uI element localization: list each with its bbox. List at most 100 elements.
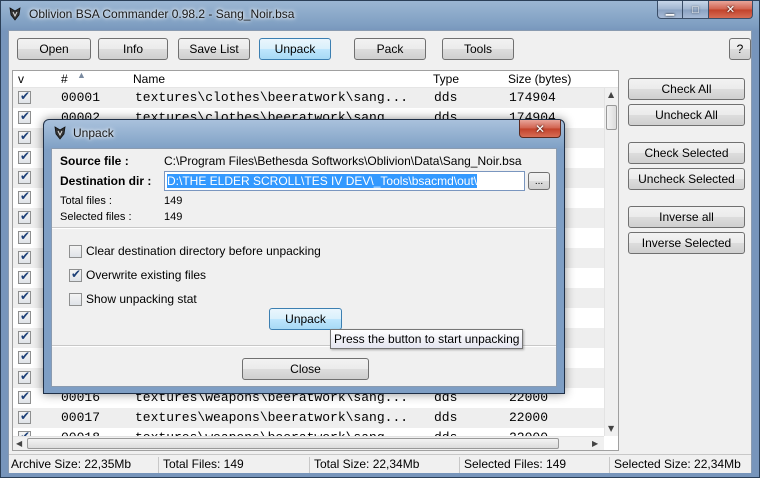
row-checkbox[interactable]: ✔: [18, 229, 31, 244]
check-icon: ✔: [20, 149, 31, 163]
check-icon: ✔: [20, 409, 31, 423]
table-row[interactable]: ✔ 00001 textures\clothes\beeratwork\sang..…: [13, 88, 604, 108]
unpack-toolbar-button[interactable]: Unpack: [259, 38, 331, 60]
row-checkbox[interactable]: ✔: [18, 389, 31, 404]
row-type: dds: [434, 90, 458, 105]
dialog-close-button[interactable]: ✕: [519, 120, 561, 138]
show-stat-option[interactable]: Show unpacking stat: [69, 292, 197, 306]
row-checkbox[interactable]: ✔: [18, 269, 31, 284]
status-total-size: Total Size: 22,34Mb: [312, 457, 460, 473]
check-icon: ✔: [20, 289, 31, 303]
row-checkbox[interactable]: ✔: [18, 369, 31, 384]
row-number: 00001: [61, 90, 101, 105]
check-icon: ✔: [20, 269, 31, 283]
source-file-value: C:\Program Files\Bethesda Softworks\Obli…: [164, 154, 522, 168]
check-icon: ✔: [20, 189, 31, 203]
check-selected-button[interactable]: Check Selected: [628, 142, 745, 164]
clear-destination-checkbox[interactable]: [69, 244, 82, 258]
table-row[interactable]: ✔ 00017 textures\weapons\beeratwork\sang..…: [13, 408, 604, 428]
row-size: 174904: [509, 90, 556, 105]
show-stat-checkbox[interactable]: [69, 292, 82, 306]
caption-buttons: ▁ □ ✕: [657, 1, 753, 19]
column-header-name[interactable]: Name: [133, 72, 165, 86]
inverse-selected-button[interactable]: Inverse Selected: [628, 232, 745, 254]
row-checkbox[interactable]: ✔: [18, 169, 31, 184]
tools-button[interactable]: Tools: [442, 38, 514, 60]
check-icon: ✔: [71, 266, 82, 281]
row-size: 22000: [509, 410, 549, 425]
pack-button[interactable]: Pack: [354, 38, 426, 60]
help-button[interactable]: ?: [729, 38, 751, 60]
scroll-up-icon[interactable]: ▲: [608, 90, 614, 99]
row-checkbox[interactable]: ✔: [18, 249, 31, 264]
row-checkbox[interactable]: ✔: [18, 329, 31, 344]
row-checkbox[interactable]: ✔: [18, 349, 31, 364]
check-icon: ✔: [20, 369, 31, 383]
unpack-button[interactable]: Unpack: [269, 308, 342, 330]
total-files-value: 149: [164, 195, 183, 207]
list-header: v # ▲ Name Type Size (bytes): [13, 71, 618, 88]
unpack-dialog: Unpack ✕ Source file : C:\Program Files\…: [43, 119, 565, 394]
column-header-v[interactable]: v: [18, 72, 24, 86]
save-list-button[interactable]: Save List: [178, 38, 250, 60]
close-icon: ✕: [534, 121, 546, 136]
show-stat-label: Show unpacking stat: [86, 292, 197, 306]
dialog-client-area: Source file : C:\Program Files\Bethesda …: [51, 148, 557, 387]
check-icon: ✔: [20, 169, 31, 183]
row-checkbox[interactable]: ✔: [18, 309, 31, 324]
vertical-scroll-thumb[interactable]: [606, 105, 617, 130]
scroll-down-icon[interactable]: ▼: [608, 424, 614, 433]
title-bar[interactable]: Oblivion BSA Commander 0.98.2 - Sang_Noi…: [1, 1, 759, 29]
clear-destination-option[interactable]: Clear destination directory before unpac…: [69, 244, 321, 258]
overwrite-label: Overwrite existing files: [86, 268, 207, 282]
check-icon: ✔: [20, 249, 31, 263]
total-files-label: Total files :: [60, 195, 112, 207]
overwrite-option[interactable]: ✔ Overwrite existing files: [69, 266, 207, 282]
destination-dir-input[interactable]: D:\THE ELDER SCROLL\TES IV DEV\_Tools\bs…: [164, 171, 525, 191]
maximize-icon: □: [692, 3, 699, 16]
unpack-tooltip: Press the button to start unpacking: [330, 329, 523, 349]
uncheck-selected-button[interactable]: Uncheck Selected: [628, 168, 745, 190]
scroll-right-icon[interactable]: ▶: [592, 439, 598, 448]
vertical-scrollbar[interactable]: ▲ ▼: [604, 88, 618, 436]
window-title: Oblivion BSA Commander 0.98.2 - Sang_Noi…: [29, 7, 295, 21]
row-type: dds: [434, 410, 458, 425]
row-checkbox[interactable]: ✔: [18, 109, 31, 124]
row-number: 00017: [61, 410, 101, 425]
browse-button[interactable]: ...: [528, 172, 550, 190]
row-checkbox[interactable]: ✔: [18, 289, 31, 304]
maximize-button[interactable]: □: [683, 1, 709, 19]
row-checkbox[interactable]: ✔: [18, 129, 31, 144]
check-icon: ✔: [20, 109, 31, 123]
overwrite-checkbox[interactable]: ✔: [69, 266, 82, 282]
row-name: textures\weapons\beeratwork\sang...: [135, 410, 409, 425]
horizontal-scroll-thumb[interactable]: [27, 438, 559, 449]
status-selected-size: Selected Size: 22,34Mb: [614, 457, 741, 471]
close-icon: ✕: [725, 4, 736, 16]
row-checkbox[interactable]: ✔: [18, 409, 31, 424]
row-checkbox[interactable]: ✔: [18, 189, 31, 204]
scroll-left-icon[interactable]: ◀: [16, 439, 22, 448]
dialog-title: Unpack: [73, 126, 114, 140]
status-total-files: Total Files: 149: [161, 457, 310, 473]
column-header-type[interactable]: Type: [433, 72, 459, 86]
row-checkbox[interactable]: ✔: [18, 149, 31, 164]
source-file-label: Source file :: [60, 154, 129, 168]
column-header-size[interactable]: Size (bytes): [508, 72, 571, 86]
status-bar: Archive Size: 22,35Mb Total Files: 149 T…: [9, 454, 751, 473]
row-checkbox[interactable]: ✔: [18, 209, 31, 224]
dialog-app-icon: [54, 126, 66, 140]
column-header-num[interactable]: #: [61, 72, 68, 86]
check-all-button[interactable]: Check All: [628, 78, 745, 100]
uncheck-all-button[interactable]: Uncheck All: [628, 104, 745, 126]
open-button[interactable]: Open: [17, 38, 91, 60]
info-button[interactable]: Info: [98, 38, 168, 60]
inverse-all-button[interactable]: Inverse all: [628, 206, 745, 228]
close-button[interactable]: Close: [242, 358, 369, 380]
minimize-button[interactable]: ▁: [657, 1, 683, 19]
clear-destination-label: Clear destination directory before unpac…: [86, 244, 321, 258]
close-window-button[interactable]: ✕: [709, 1, 753, 19]
row-checkbox[interactable]: ✔: [18, 89, 31, 104]
check-icon: ✔: [20, 229, 31, 243]
horizontal-scrollbar[interactable]: ◀ ▶: [13, 436, 604, 450]
